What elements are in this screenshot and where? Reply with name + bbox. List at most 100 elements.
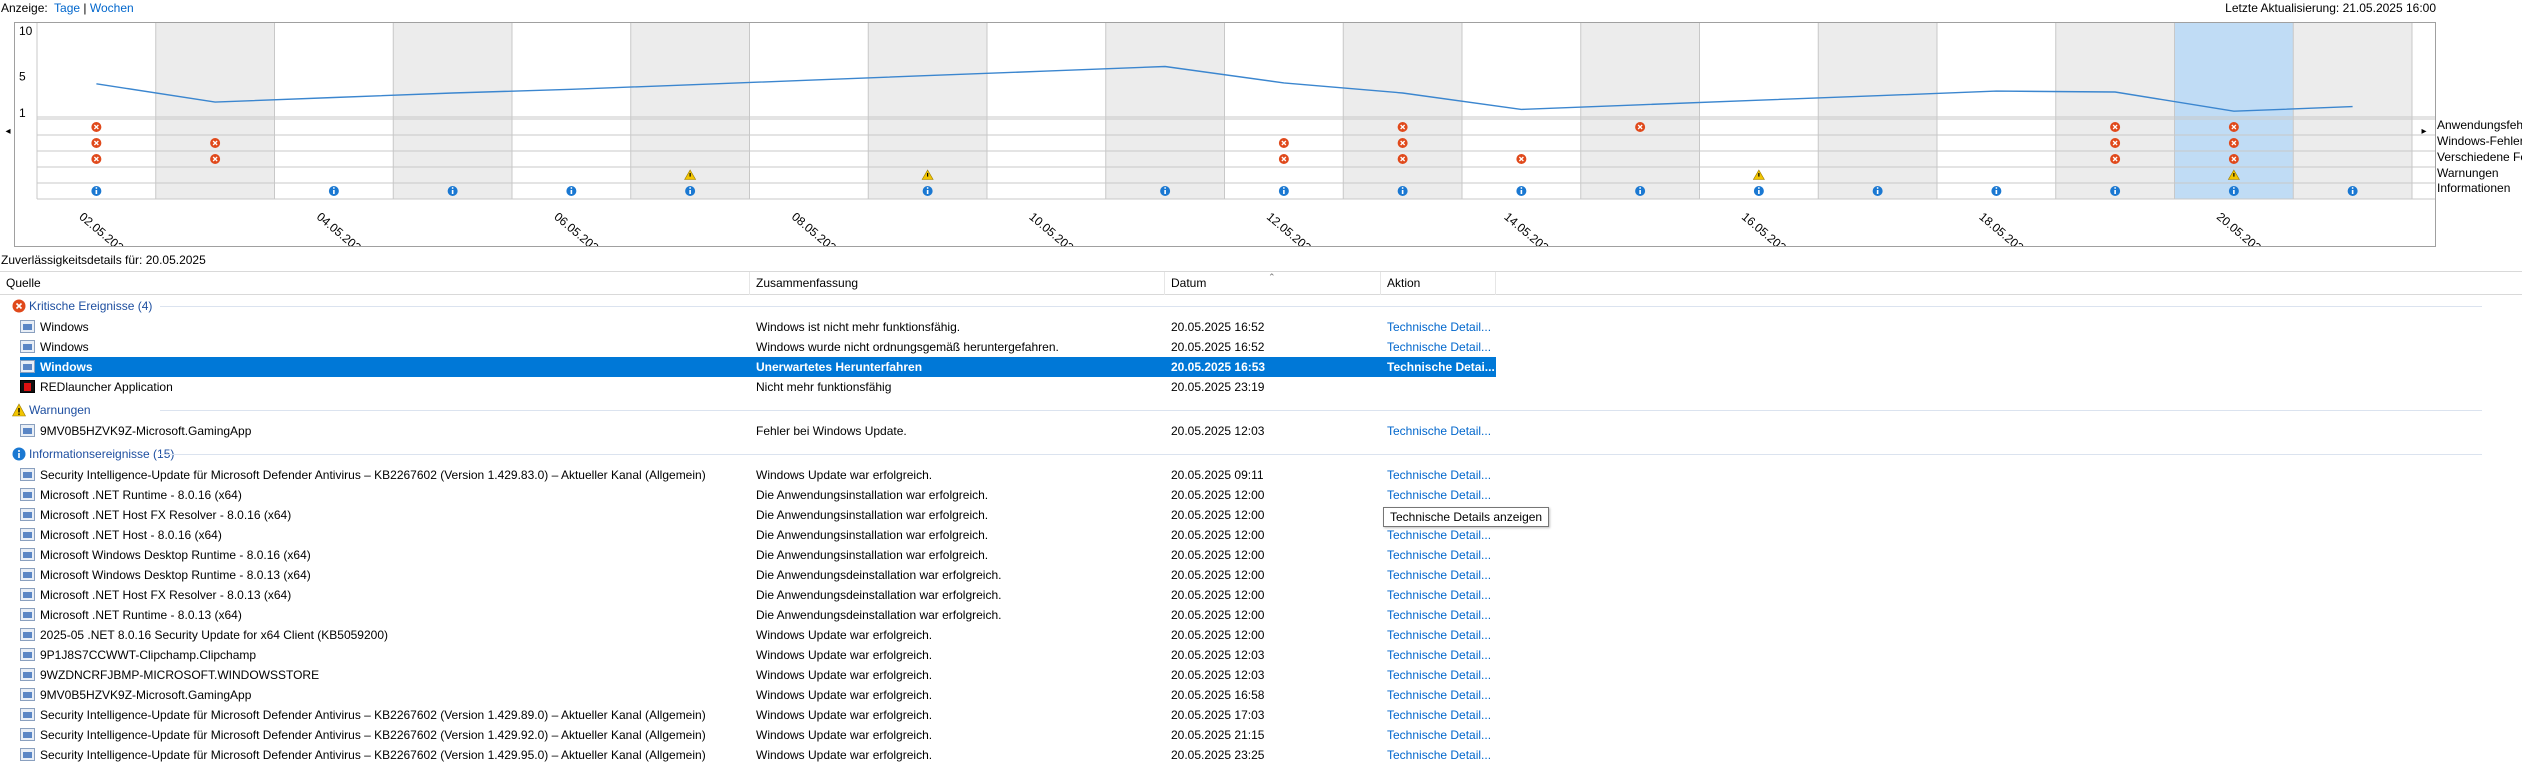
technical-details-link[interactable]: Technische Detail...	[1387, 628, 1491, 642]
application-window-icon	[20, 708, 35, 721]
info-marker-mark	[451, 190, 454, 194]
info-marker-dot	[1639, 187, 1642, 189]
technical-details-link[interactable]: Technische Detail...	[1387, 548, 1491, 562]
technical-details-link[interactable]: Technische Detail...	[1387, 608, 1491, 622]
info-marker-dot	[2232, 187, 2235, 189]
event-source: Microsoft .NET Runtime - 8.0.16 (x64)	[40, 488, 242, 502]
event-date: 20.05.2025 12:00	[1171, 528, 1265, 542]
event-row[interactable]: 9MV0B5HZVK9Z-Microsoft.GamingApp Fehler b…	[0, 421, 2522, 441]
technical-details-link[interactable]: Technische Detail...	[1387, 468, 1491, 482]
event-source: Security Intelligence-Update für Microso…	[40, 728, 706, 742]
event-summary: Windows Update war erfolgreich.	[756, 688, 933, 702]
date-tick-label: 16.05.2025	[1739, 210, 1794, 246]
view-days-link[interactable]: Tage	[54, 1, 80, 15]
view-weeks-link[interactable]: Wochen	[90, 1, 134, 15]
application-window-icon	[20, 568, 35, 581]
info-marker-dot	[1876, 187, 1879, 189]
application-window-icon	[20, 488, 35, 501]
event-row[interactable]: Security Intelligence-Update für Microso…	[0, 745, 2522, 765]
day-column-shade	[155, 23, 275, 199]
event-row[interactable]: Security Intelligence-Update für Microso…	[0, 705, 2522, 725]
day-column-shade	[2055, 23, 2175, 199]
info-marker-dot	[1995, 187, 1998, 189]
technical-details-link[interactable]: Technische Detail...	[1387, 340, 1491, 354]
event-summary: Windows Update war erfolgreich.	[756, 748, 933, 762]
technical-details-link[interactable]: Technische Detail...	[1387, 648, 1491, 662]
info-marker-mark	[1401, 190, 1404, 194]
event-group-header[interactable]: Kritische Ereignisse (4)	[0, 297, 2522, 315]
day-column-shade	[1580, 23, 1700, 199]
technical-details-link[interactable]: Technische Detail...	[1387, 708, 1491, 722]
event-row[interactable]: Microsoft .NET Host FX Resolver - 8.0.16…	[0, 505, 2522, 525]
event-row[interactable]: 9MV0B5HZVK9Z-Microsoft.GamingApp Windows …	[0, 685, 2522, 705]
event-date: 20.05.2025 09:11	[1171, 468, 1264, 482]
date-tick-label: 18.05.2025	[1976, 210, 2031, 246]
event-summary: Windows ist nicht mehr funktionsfähig.	[756, 320, 961, 334]
event-row[interactable]: Microsoft .NET Host - 8.0.16 (x64) Die An…	[0, 525, 2522, 545]
application-window-icon	[20, 528, 35, 541]
event-summary: Die Anwendungsinstallation war erfolgrei…	[756, 488, 989, 502]
event-row[interactable]: Microsoft .NET Runtime - 8.0.13 (x64) Die…	[0, 605, 2522, 625]
info-marker-mark	[95, 190, 98, 194]
date-tick-label: 12.05.2025	[1264, 210, 1319, 246]
day-column-shade	[1343, 23, 1462, 199]
event-row[interactable]: 9P1J8S7CCWWT-Clipchamp.Clipchamp Windows …	[0, 645, 2522, 665]
technical-details-link[interactable]: Technische Detai...	[1387, 360, 1495, 374]
event-row[interactable]: Microsoft .NET Host FX Resolver - 8.0.13…	[0, 585, 2522, 605]
technical-details-link[interactable]: Technische Detail...	[1387, 588, 1491, 602]
reliability-chart[interactable]: 10 5 1 02.05.2025 04.05.2025 06.05.2025 08.05.…	[14, 22, 2436, 247]
event-row[interactable]: 2025-05 .NET 8.0.16 Security Update for …	[0, 625, 2522, 645]
technical-details-link[interactable]: Technische Detail...	[1387, 748, 1491, 762]
event-row[interactable]: Security Intelligence-Update für Microso…	[0, 725, 2522, 745]
event-source: Windows	[40, 360, 93, 374]
view-separator: |	[83, 1, 87, 15]
scroll-right-arrow[interactable]: ▸	[2419, 126, 2429, 137]
day-column-shade	[393, 23, 512, 199]
technical-details-link[interactable]: Technische Detail...	[1387, 528, 1491, 542]
day-column-shade	[2293, 23, 2412, 199]
event-source: Microsoft .NET Host - 8.0.16 (x64)	[40, 528, 222, 542]
column-source[interactable]: Quelle	[0, 272, 750, 295]
info-marker-mark	[689, 190, 691, 194]
column-summary[interactable]: Zusammenfassung	[750, 272, 1165, 295]
technical-details-link[interactable]: Technische Detail...	[1387, 568, 1491, 582]
warning-marker-mark	[927, 173, 929, 177]
technical-details-link[interactable]: Technische Detail...	[1387, 728, 1491, 742]
scroll-left-arrow[interactable]: ◂	[3, 126, 13, 137]
event-source: Security Intelligence-Update für Microso…	[40, 468, 706, 482]
technical-details-link[interactable]: Technische Detail...	[1387, 320, 1491, 334]
event-summary: Unerwartetes Herunterfahren	[756, 360, 923, 374]
event-row[interactable]: 9WZDNCRFJBMP-MICROSOFT.WINDOWSSTORE Windo…	[0, 665, 2522, 685]
event-row[interactable]: Windows Windows ist nicht mehr funktionsf…	[0, 317, 2522, 337]
event-group-header[interactable]: Warnungen	[0, 401, 2522, 419]
y-tick-label: 5	[19, 70, 26, 84]
info-marker-dot	[1757, 187, 1760, 189]
tooltip: Technische Details anzeigen	[1383, 507, 1550, 527]
technical-details-link[interactable]: Technische Detail...	[1387, 488, 1491, 502]
event-row[interactable]: Windows Windows wurde nicht ordnungsgemäß…	[0, 337, 2522, 357]
application-window-icon	[20, 320, 35, 333]
column-action[interactable]: Aktion	[1381, 272, 1496, 295]
event-source: 9MV0B5HZVK9Z-Microsoft.GamingApp	[40, 688, 252, 702]
event-row[interactable]: Microsoft .NET Runtime - 8.0.16 (x64) Die…	[0, 485, 2522, 505]
info-marker-mark	[1520, 190, 1523, 194]
info-marker-dot	[926, 187, 929, 189]
event-source: Microsoft .NET Runtime - 8.0.13 (x64)	[40, 608, 242, 622]
event-row[interactable]: Security Intelligence-Update für Microso…	[0, 465, 2522, 485]
event-row[interactable]: Windows Unerwartetes Herunterfahren 20.05.…	[0, 357, 2522, 377]
date-tick-label: 04.05.2025	[314, 210, 369, 246]
event-row[interactable]: Microsoft Windows Desktop Runtime - 8.0.…	[0, 545, 2522, 565]
event-row[interactable]: REDlauncher Application Nicht mehr funkti…	[0, 377, 2522, 397]
event-group-header[interactable]: Informationsereignisse (15)	[0, 445, 2522, 463]
event-group-label: Warnungen	[29, 403, 91, 417]
legend-item: Informationen	[2437, 181, 2511, 195]
technical-details-link[interactable]: Technische Detail...	[1387, 424, 1491, 438]
technical-details-link[interactable]: Technische Detail...	[1387, 688, 1491, 702]
info-marker-dot	[689, 187, 692, 189]
application-window-icon	[20, 340, 35, 353]
technical-details-link[interactable]: Technische Detail...	[1387, 668, 1491, 682]
event-summary: Fehler bei Windows Update.	[756, 424, 907, 438]
event-row[interactable]: Microsoft Windows Desktop Runtime - 8.0.…	[0, 565, 2522, 585]
application-window-icon	[20, 648, 35, 661]
event-date: 20.05.2025 16:53	[1171, 360, 1266, 374]
